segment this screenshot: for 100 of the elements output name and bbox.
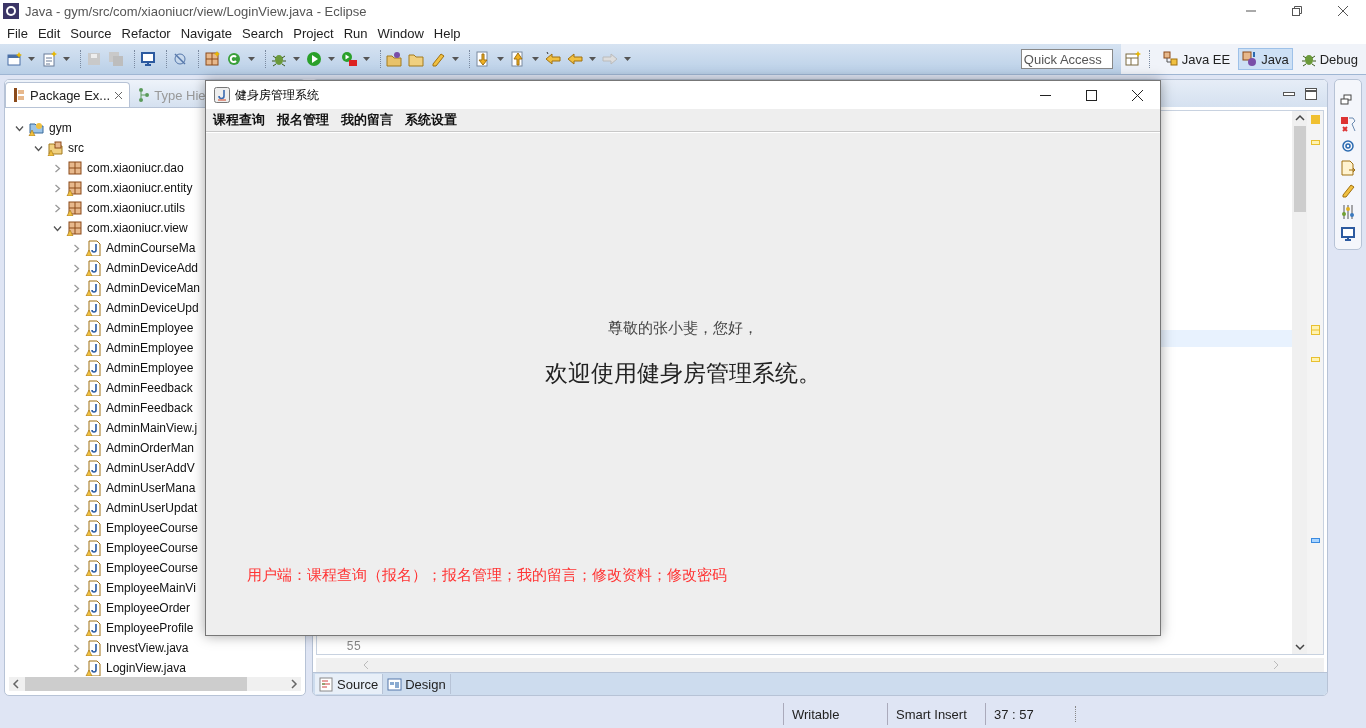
tree-item[interactable]: gym [49,121,72,135]
chevron-right-icon[interactable] [72,383,81,393]
menu-item[interactable]: 报名管理 [272,111,336,129]
menu-item[interactable]: Window [372,25,429,41]
sliders-icon[interactable] [1340,204,1356,220]
tree-item[interactable]: AdminOrderMan [106,441,195,455]
perspective-button[interactable]: Debug [1296,48,1362,70]
menu-item[interactable]: 我的留言 [336,111,400,129]
monitor-icon[interactable] [140,51,156,67]
tree-item[interactable]: AdminEmployee [106,321,194,335]
menu-item[interactable]: Refactor [116,25,176,41]
caret-icon[interactable] [589,57,596,61]
caret-icon[interactable] [248,57,255,61]
tree-item[interactable]: EmployeeMainVi [106,581,196,595]
chevron-right-icon[interactable] [72,563,81,573]
scroll-down-icon[interactable] [1294,643,1305,651]
perspective-button[interactable]: Java [1238,48,1293,70]
editor-tab[interactable]: Source [315,674,384,694]
horizontal-scrollbar[interactable] [9,677,301,691]
quick-access-field[interactable]: Quick Access [1020,49,1113,69]
menu-item[interactable]: Run [338,25,373,41]
chevron-right-icon[interactable] [53,163,62,173]
new-window-icon[interactable] [6,51,22,67]
tree-item[interactable]: com.xiaoniucr.utils [87,201,186,215]
chevron-down-icon[interactable] [53,223,62,233]
chevron-down-icon[interactable] [34,143,43,153]
chevron-right-icon[interactable] [72,283,81,293]
up-arrow-icon[interactable] [510,51,526,67]
open-folder-icon[interactable] [386,51,402,67]
chevron-right-icon[interactable] [72,263,81,273]
chevron-right-icon[interactable] [72,643,81,653]
menu-item[interactable]: Navigate [175,25,237,41]
vertical-scrollbar[interactable] [1292,111,1307,654]
tree-item[interactable]: AdminDeviceMan [106,281,201,295]
menu-item[interactable]: 系统设置 [400,111,464,129]
menu-item[interactable]: Project [288,25,339,41]
run-icon[interactable] [306,51,322,67]
tree-item[interactable]: EmployeeCourse [106,521,199,535]
chevron-right-icon[interactable] [72,503,81,513]
menu-item[interactable]: Help [428,25,466,41]
tree-item[interactable]: InvestView.java [106,641,189,655]
tree-item[interactable]: EmployeeCourse [106,541,199,555]
run-config-icon[interactable] [341,51,357,67]
caret-icon[interactable] [624,57,631,61]
maximize-icon[interactable] [1305,87,1317,100]
tree-item[interactable]: LoginView.java [106,661,186,675]
back-icon[interactable] [567,51,583,67]
pen-icon[interactable] [430,51,446,67]
caret-icon[interactable] [28,57,35,61]
chevron-right-icon[interactable] [72,483,81,493]
chevron-right-icon[interactable] [72,343,81,353]
tree-item[interactable]: AdminCourseMa [106,241,196,255]
open-perspective-icon[interactable] [1124,51,1141,67]
caret-icon[interactable] [293,57,300,61]
tree-item[interactable]: AdminEmployee [106,341,194,355]
tree-item[interactable]: EmployeeProfile [106,621,194,635]
tree-item[interactable]: com.xiaoniucr.view [87,221,188,235]
pen-icon[interactable] [1340,182,1356,198]
tree-item[interactable]: AdminMainView.j [106,421,198,435]
tree-item[interactable]: AdminDeviceUpd [106,301,199,315]
menu-item[interactable]: Search [237,25,289,41]
close-icon[interactable] [114,90,124,100]
tree-item[interactable]: EmployeeCourse [106,561,199,575]
chevron-right-icon[interactable] [72,443,81,453]
tree-item[interactable]: com.xiaoniucr.entity [87,181,193,195]
menu-item[interactable]: File [2,25,33,41]
tree-item[interactable]: AdminFeedback [106,401,193,415]
tree-item[interactable]: AdminUserAddV [106,461,195,475]
refresh-icon[interactable] [226,51,242,67]
scroll-up-icon[interactable] [1294,114,1305,122]
caret-icon[interactable] [63,57,70,61]
chevron-right-icon[interactable] [72,363,81,373]
editor-tab[interactable]: Design [383,674,451,694]
caret-icon[interactable] [532,57,539,61]
chevron-right-icon[interactable] [72,623,81,633]
chevron-right-icon[interactable] [72,463,81,473]
tree-item[interactable]: AdminEmployee [106,361,194,375]
down-arrow-icon[interactable] [475,51,491,67]
chevron-right-icon[interactable] [72,583,81,593]
menu-item[interactable]: 课程查询 [208,111,272,129]
scroll-thumb[interactable] [1293,126,1306,212]
chevron-right-icon[interactable] [53,203,62,213]
perspective-button[interactable]: Java EE [1158,48,1235,70]
new-file-icon[interactable] [41,51,57,67]
folder-icon[interactable] [408,51,424,67]
package-icon[interactable] [204,51,220,67]
caret-icon[interactable] [363,57,370,61]
chevron-right-icon[interactable] [72,243,81,253]
view-tab[interactable]: Package Ex... [5,82,131,107]
chevron-right-icon[interactable] [72,603,81,613]
menu-item[interactable]: Source [65,25,117,41]
chevron-right-icon[interactable] [72,323,81,333]
menu-item[interactable]: Edit [32,25,66,41]
caret-icon[interactable] [328,57,335,61]
chevron-right-icon[interactable] [72,303,81,313]
chevron-right-icon[interactable] [72,403,81,413]
tree-item[interactable]: src [68,141,84,155]
chevron-right-icon[interactable] [72,543,81,553]
scroll-thumb[interactable] [25,677,247,691]
tree-item[interactable]: AdminDeviceAdd [106,261,199,275]
